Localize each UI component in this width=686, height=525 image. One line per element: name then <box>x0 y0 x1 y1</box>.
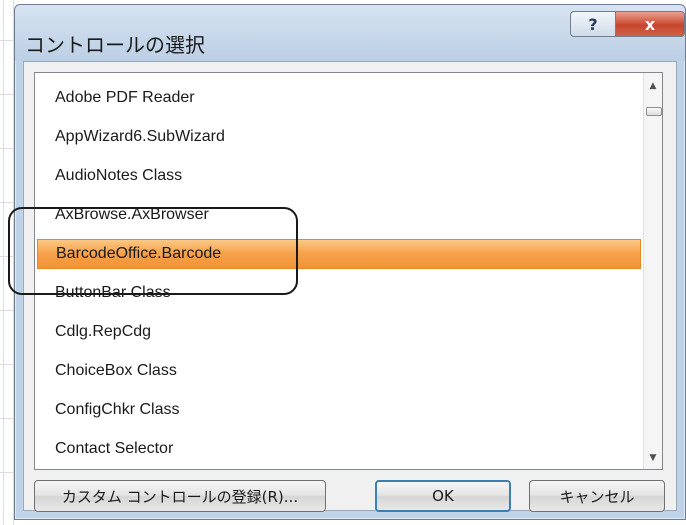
list-item[interactable]: Adobe PDF Reader <box>37 83 641 113</box>
close-icon: x <box>644 14 656 34</box>
list-item-label: BarcodeOffice.Barcode <box>56 245 222 262</box>
list-item[interactable]: AppWizard6.SubWizard <box>37 122 641 152</box>
register-custom-control-label: カスタム コントロールの登録(R)... <box>61 487 299 506</box>
list-item-label: ConfigChkr Class <box>55 401 180 418</box>
ok-label: OK <box>432 487 454 505</box>
scroll-thumb[interactable] <box>646 107 662 116</box>
grid-line <box>0 364 14 365</box>
ok-button[interactable]: OK <box>375 480 511 512</box>
list-item-label: ButtonBar Class <box>55 284 171 301</box>
title-bar[interactable]: コントロールの選択 ? x <box>15 5 685 61</box>
list-item-label: AudioNotes Class <box>55 167 183 184</box>
scroll-down-arrow-icon[interactable]: ▼ <box>644 449 662 467</box>
list-item[interactable]: AxBrowse.AxBrowser <box>37 200 641 230</box>
vertical-scrollbar[interactable]: ▲ ▼ <box>643 73 662 469</box>
control-listbox[interactable]: Adobe PDF Reader AppWizard6.SubWizard Au… <box>34 72 663 470</box>
list-item-label: Contact Selector <box>55 440 174 457</box>
list-item-label: ChoiceBox Class <box>55 362 177 379</box>
grid-line <box>0 310 14 311</box>
list-item[interactable]: BarcodeOffice.Barcode <box>37 239 641 269</box>
grid-line <box>0 256 14 257</box>
list-item[interactable]: Cdlg.RepCdg <box>37 317 641 347</box>
list-item[interactable]: ChoiceBox Class <box>37 356 641 386</box>
list-item[interactable]: AudioNotes Class <box>37 161 641 191</box>
control-list[interactable]: Adobe PDF Reader AppWizard6.SubWizard Au… <box>35 73 643 469</box>
list-item[interactable]: Contact Selector <box>37 434 641 464</box>
help-button[interactable]: ? <box>570 11 616 37</box>
grid-line <box>0 148 14 149</box>
list-item-label: Cdlg.RepCdg <box>55 323 152 340</box>
list-item-label: Adobe PDF Reader <box>55 89 195 106</box>
list-item-label: AppWizard6.SubWizard <box>55 128 225 145</box>
grid-line <box>3 0 4 525</box>
cancel-button[interactable]: キャンセル <box>529 480 665 512</box>
list-item[interactable]: ConfigChkr Class <box>37 395 641 425</box>
grid-line <box>0 472 14 473</box>
select-control-dialog: コントロールの選択 ? x Adobe PDF Reader AppWizard… <box>14 4 686 520</box>
grid-line <box>0 94 14 95</box>
dialog-title: コントロールの選択 <box>25 33 205 57</box>
grid-line <box>0 418 14 419</box>
register-custom-control-button[interactable]: カスタム コントロールの登録(R)... <box>34 480 326 512</box>
list-item[interactable]: ButtonBar Class <box>37 278 641 308</box>
close-button[interactable]: x <box>615 11 685 37</box>
grid-line <box>0 40 14 41</box>
dialog-body: Adobe PDF Reader AppWizard6.SubWizard Au… <box>23 61 677 512</box>
help-icon: ? <box>588 14 598 34</box>
cancel-label: キャンセル <box>559 487 635 506</box>
list-item-label: AxBrowse.AxBrowser <box>55 206 209 223</box>
grid-line <box>0 202 14 203</box>
scroll-up-arrow-icon[interactable]: ▲ <box>644 77 662 95</box>
